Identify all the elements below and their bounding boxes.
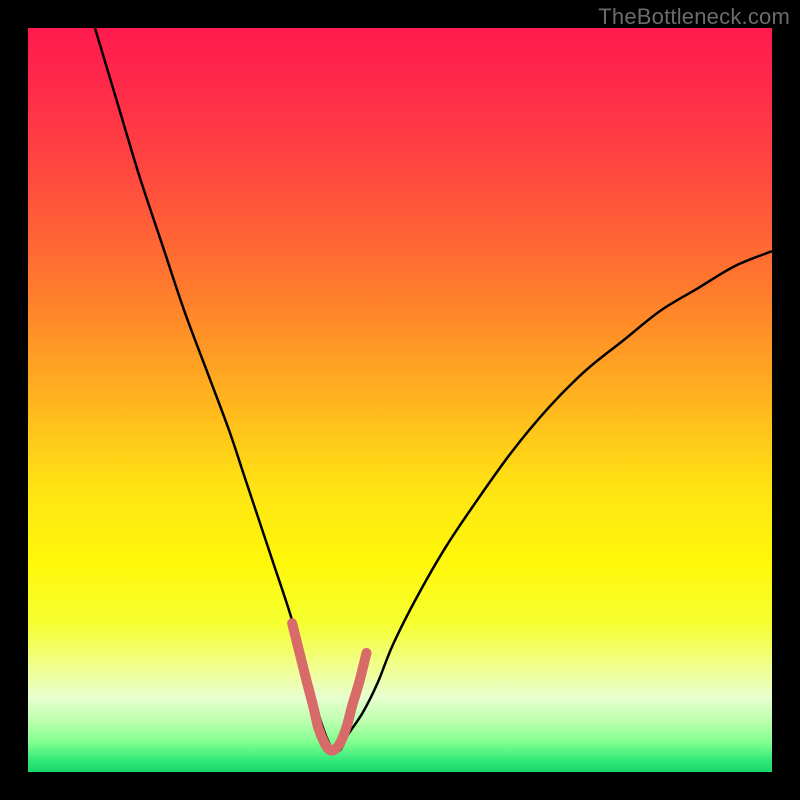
chart-svg [28, 28, 772, 772]
gradient-background [28, 28, 772, 772]
chart-frame: TheBottleneck.com [0, 0, 800, 800]
watermark-text: TheBottleneck.com [598, 4, 790, 30]
plot-area [28, 28, 772, 772]
